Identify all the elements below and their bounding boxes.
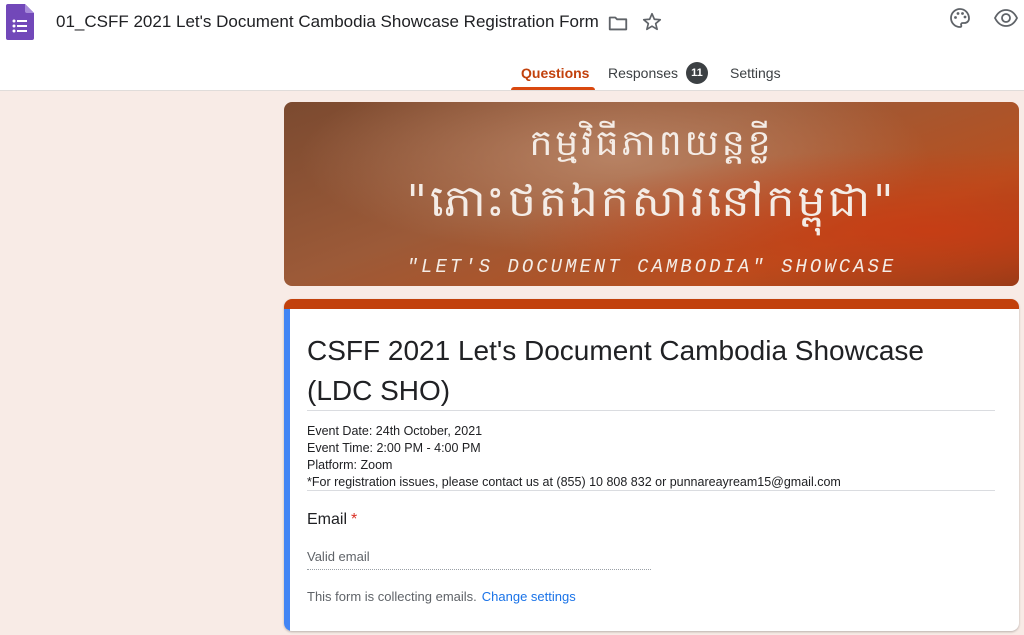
- tab-questions[interactable]: Questions: [521, 65, 589, 81]
- banner-khmer-line2: "ភោះថតឯកសារនៅកម្ពុជា": [406, 176, 897, 227]
- divider: [307, 410, 995, 411]
- banner-khmer-line1: កម្មវិធីភាពយន្តខ្លី: [529, 123, 774, 164]
- form-header-card[interactable]: CSFF 2021 Let's Document Cambodia Showca…: [284, 299, 1019, 631]
- description-line: Platform: Zoom: [307, 458, 393, 472]
- preview-eye-icon[interactable]: [993, 6, 1019, 30]
- email-label-text: Email: [307, 511, 348, 528]
- description-line: *For registration issues, please contact…: [307, 475, 841, 489]
- collecting-emails-note: This form is collecting emails. Change se…: [307, 589, 576, 604]
- folder-icon[interactable]: [607, 12, 629, 34]
- form-description[interactable]: Event Date: 24th October, 2021 Event Tim…: [307, 423, 841, 491]
- responses-count-badge: 11: [686, 62, 708, 84]
- collect-note-text: This form is collecting emails.: [307, 589, 477, 604]
- description-line: Event Time: 2:00 PM - 4:00 PM: [307, 441, 481, 455]
- palette-icon[interactable]: [948, 6, 972, 30]
- star-icon[interactable]: [641, 11, 663, 33]
- change-settings-link[interactable]: Change settings: [482, 589, 576, 604]
- tab-responses[interactable]: Responses: [608, 65, 678, 81]
- banner-english-line: "LET'S DOCUMENT CAMBODIA" SHOWCASE: [406, 256, 897, 278]
- required-asterisk: *: [351, 511, 358, 528]
- email-question-label: Email *: [307, 511, 357, 529]
- divider: [307, 490, 995, 491]
- active-tab-indicator: [511, 87, 595, 90]
- header-banner-image: កម្មវិធីភាពយន្តខ្លី "ភោះថតឯកសារនៅកម្ពុជា…: [284, 102, 1019, 286]
- card-focus-indicator: [284, 309, 290, 631]
- document-title[interactable]: 01_CSFF 2021 Let's Document Cambodia Sho…: [56, 12, 599, 32]
- tab-bar: Questions Responses 11 Settings: [0, 58, 1024, 91]
- forms-app-icon[interactable]: [6, 4, 34, 40]
- form-title[interactable]: CSFF 2021 Let's Document Cambodia Showca…: [307, 331, 997, 411]
- top-bar: 01_CSFF 2021 Let's Document Cambodia Sho…: [0, 0, 1024, 91]
- email-field[interactable]: [307, 544, 651, 570]
- tab-settings[interactable]: Settings: [730, 65, 781, 81]
- description-line: Event Date: 24th October, 2021: [307, 424, 483, 438]
- card-accent-bar: [284, 299, 1019, 309]
